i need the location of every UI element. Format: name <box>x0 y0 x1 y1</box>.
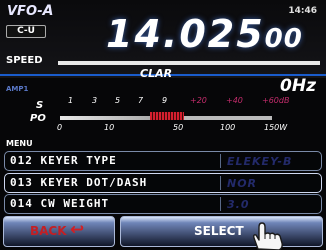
po-tick: 0 <box>57 123 63 132</box>
clar-value[interactable]: 0Hz <box>280 76 316 96</box>
frequency-display[interactable]: 14.02500 <box>106 14 303 59</box>
menu-title: MENU <box>6 139 33 148</box>
return-arrow-icon: ↩ <box>70 220 85 240</box>
meter-fill <box>60 116 155 120</box>
row-divider <box>220 197 221 211</box>
vfo-prefix: VFO- <box>7 4 43 19</box>
s-tick: +20 <box>190 96 207 105</box>
speed-bar <box>58 61 320 65</box>
clar-label[interactable]: CLAR <box>140 67 172 80</box>
s-tick: 9 <box>162 96 168 105</box>
vfo-indicator[interactable]: VFO-A <box>7 3 53 19</box>
menu-item-label: 012 KEYER TYPE <box>10 154 117 167</box>
s-tick: +60dB <box>262 96 290 105</box>
clar-number: 0 <box>280 76 292 96</box>
select-button[interactable]: SELECT <box>120 216 323 247</box>
radio-display: VFO-A 14:46 C-U 14.02500 SPEED CLAR 0Hz … <box>0 0 326 250</box>
s-tick: 1 <box>68 96 74 105</box>
clar-unit: Hz <box>291 76 316 96</box>
menu-item-label: 014 CW WEIGHT <box>10 197 110 210</box>
po-tick: 150W <box>264 123 288 132</box>
s-po-meter: S PO 1 3 5 7 9 +20 +40 +60dB 0 10 50 100… <box>0 95 326 137</box>
po-tick: 10 <box>104 123 115 132</box>
amp-label: AMP1 <box>6 85 29 93</box>
back-button-label: BACK <box>30 224 67 238</box>
speed-label: SPEED <box>6 55 43 66</box>
vfo-letter: A <box>42 3 54 19</box>
po-tick: 50 <box>173 123 184 132</box>
menu-item-value: 3.0 <box>227 198 250 211</box>
row-divider <box>220 176 221 190</box>
menu-item-keyer-dot-dash[interactable]: 013 KEYER DOT/DASH NOR <box>4 173 322 193</box>
s-tick: 3 <box>92 96 98 105</box>
s-meter-label: S <box>36 100 44 111</box>
row-divider <box>220 154 221 168</box>
frequency-small: 00 <box>264 24 303 54</box>
menu-item-cw-weight[interactable]: 014 CW WEIGHT 3.0 <box>4 194 322 214</box>
s-tick: 7 <box>138 96 144 105</box>
po-tick: 100 <box>220 123 236 132</box>
s-tick: +40 <box>226 96 243 105</box>
menu-item-keyer-type[interactable]: 012 KEYER TYPE ELEKEY-B <box>4 151 322 171</box>
mode-badge[interactable]: C-U <box>6 25 46 38</box>
meter-peak <box>150 112 184 120</box>
back-button[interactable]: BACK ↩ <box>3 216 115 247</box>
frequency-main: 14.025 <box>106 12 265 56</box>
pointing-hand-icon <box>253 222 283 250</box>
po-meter-label: PO <box>30 113 46 124</box>
select-button-label: SELECT <box>194 224 244 238</box>
menu-item-value: NOR <box>227 177 258 190</box>
s-tick: 5 <box>115 96 121 105</box>
menu-item-label: 013 KEYER DOT/DASH <box>10 176 148 189</box>
menu-item-value: ELEKEY-B <box>227 155 293 168</box>
